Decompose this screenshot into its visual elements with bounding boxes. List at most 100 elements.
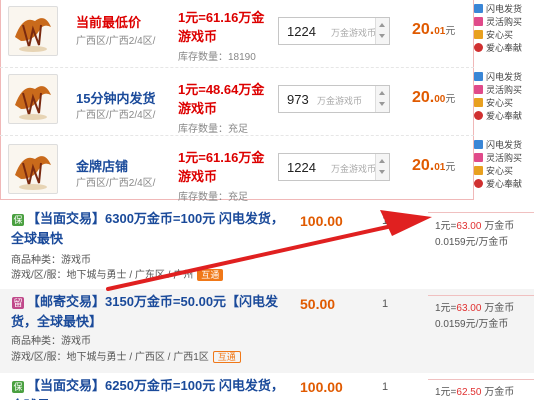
seller-name[interactable]: 当前最低价 (76, 12, 141, 31)
tag-love: 爱心奉献 (474, 109, 534, 122)
listing-title[interactable]: 【当面交易】6250万金币=100元 闪电发货，全球最 (11, 376, 289, 400)
quantity-stepper[interactable]: 973 万金游戏币 (278, 85, 390, 113)
listing-unit-price: 0.0159元/万金币 (435, 319, 509, 330)
seller-list: 当前最低价 广西区/广西2/4区/ 1元=61.16万金 游戏币 库存数量：18… (0, 0, 534, 203)
seller-logo[interactable] (8, 74, 58, 124)
listing-count: 1 (382, 381, 389, 393)
service-tags: 闪电发货 灵活购买 安心买 爱心奉献 (474, 138, 534, 190)
exchange-rate-line1: 1元=61.16万金 (178, 150, 265, 165)
listing-row: 留 【邮寄交易】3150万金币=50.00元【闪电发货，全球最快】 商品种类：游… (0, 289, 534, 373)
tag-flash: 闪电发货 (474, 2, 534, 15)
quantity-unit: 万金游戏币 (331, 28, 377, 38)
spinner-up-icon[interactable] (379, 91, 385, 95)
listing-title[interactable]: 【邮寄交易】3150万金币=50.00元【闪电发货，全球最快】 (11, 292, 289, 332)
exchange-rate-line1: 1元=61.16万金 (178, 10, 265, 25)
listing-price: 50.00 (300, 296, 336, 312)
seller-location: 广西区/广西2/4区/ (76, 110, 156, 121)
quantity-value[interactable]: 1224 (287, 160, 316, 175)
spinner-up-icon[interactable] (379, 23, 385, 27)
exchange-rate: 1元=61.16万金 游戏币 (178, 148, 278, 186)
listing-price: 100.00 (300, 379, 343, 395)
listing-category: 商品种类：游戏币 (11, 255, 91, 266)
exchange-rate-line2: 游戏币 (178, 29, 218, 44)
safe-icon (474, 98, 483, 107)
seller-row: 金牌店铺 广西区/广西2/4区/ 1元=61.16万金 游戏币 库存数量：充足 … (0, 136, 534, 204)
seller-logo[interactable] (8, 6, 58, 56)
spinner-down-icon[interactable] (379, 34, 385, 38)
spinner-down-icon[interactable] (379, 102, 385, 106)
listing-row: 保 【当面交易】6300万金币=100元 闪电发货，全球最快 商品种类：游戏币 … (0, 205, 534, 289)
tag-buy: 灵活购买 (474, 151, 534, 164)
highlight-line (428, 295, 534, 296)
interop-badge: 互通 (197, 269, 224, 281)
tag-flash: 闪电发货 (474, 138, 534, 151)
highlight-line (428, 379, 534, 380)
seller-location: 广西区/广西2/4区/ (76, 178, 156, 189)
total-price: 20.01元 (412, 157, 456, 174)
tag-love: 爱心奉献 (474, 41, 534, 54)
spinner-down-icon[interactable] (379, 170, 385, 174)
exchange-rate-line2: 游戏币 (178, 101, 218, 116)
flash-icon (474, 72, 483, 81)
stepper-buttons[interactable] (375, 18, 389, 44)
quantity-unit: 万金游戏币 (317, 96, 363, 106)
tag-safe: 安心买 (474, 96, 534, 109)
tag-love: 爱心奉献 (474, 177, 534, 190)
seller-name[interactable]: 金牌店铺 (76, 156, 128, 175)
seller-location: 广西区/广西2/4区/ (76, 36, 156, 47)
flash-icon (474, 140, 483, 149)
total-price: 20.01元 (412, 21, 456, 38)
flash-icon (474, 4, 483, 13)
quantity-value[interactable]: 973 (287, 92, 309, 107)
listing-server: 游戏/区/服：地下城与勇士 / 广东区 / 广州 互通 (11, 266, 224, 281)
buy-icon (474, 17, 483, 26)
tag-buy: 灵活购买 (474, 15, 534, 28)
exchange-rate-line2: 游戏币 (178, 169, 218, 184)
quantity-unit: 万金游戏币 (331, 164, 377, 174)
service-tags: 闪电发货 灵活购买 安心买 爱心奉献 (474, 70, 534, 122)
buy-icon (474, 153, 483, 162)
seller-logo[interactable] (8, 144, 58, 194)
listing-rate: 1元=63.00 万金币 (435, 221, 515, 232)
listing-count: 1 (382, 215, 389, 227)
love-icon (474, 111, 483, 120)
stock-label: 库存数量：18190 (178, 52, 256, 63)
listing-price: 100.00 (300, 213, 343, 229)
listing-category: 商品种类：游戏币 (11, 336, 91, 347)
interop-badge: 互通 (212, 351, 241, 363)
quantity-value[interactable]: 1224 (287, 24, 316, 39)
listing-rate: 1元=63.00 万金币 (435, 303, 515, 314)
listing-unit-price: 0.0159元/万金币 (435, 237, 509, 248)
quantity-stepper[interactable]: 1224 万金游戏币 (278, 17, 390, 45)
spinner-up-icon[interactable] (379, 159, 385, 163)
game-logo-icon (15, 156, 51, 190)
listing-row: 保 【当面交易】6250万金币=100元 闪电发货，全球最 100.00 1 1… (0, 373, 534, 400)
listing-rate: 1元=62.50 万金币 (435, 387, 515, 398)
stock-label: 库存数量：充足 (178, 192, 248, 203)
highlight-line (428, 212, 534, 213)
service-tags: 闪电发货 灵活购买 安心买 爱心奉献 (474, 2, 534, 54)
game-logo-icon (15, 86, 51, 120)
total-price: 20.00元 (412, 89, 456, 106)
listing-title[interactable]: 【当面交易】6300万金币=100元 闪电发货，全球最快 (11, 209, 289, 249)
seller-name[interactable]: 15分钟内发货 (76, 88, 155, 107)
exchange-rate: 1元=61.16万金 游戏币 (178, 8, 278, 46)
quantity-stepper[interactable]: 1224 万金游戏币 (278, 153, 390, 181)
tag-buy: 灵活购买 (474, 83, 534, 96)
tag-safe: 安心买 (474, 28, 534, 41)
stepper-buttons[interactable] (375, 86, 389, 112)
stepper-buttons[interactable] (375, 154, 389, 180)
game-logo-icon (15, 18, 51, 52)
buy-icon (474, 85, 483, 94)
tag-flash: 闪电发货 (474, 70, 534, 83)
safe-icon (474, 166, 483, 175)
tag-safe: 安心买 (474, 164, 534, 177)
listing-server: 游戏/区/服：地下城与勇士 / 广西区 / 广西1区 互通 (11, 348, 241, 363)
listing-count: 1 (382, 298, 389, 310)
seller-row: 15分钟内发货 广西区/广西2/4区/ 1元=48.64万金 游戏币 库存数量：… (0, 68, 534, 136)
seller-row: 当前最低价 广西区/广西2/4区/ 1元=61.16万金 游戏币 库存数量：18… (0, 0, 534, 68)
exchange-rate: 1元=48.64万金 游戏币 (178, 80, 278, 118)
safe-icon (474, 30, 483, 39)
love-icon (474, 43, 483, 52)
love-icon (474, 179, 483, 188)
